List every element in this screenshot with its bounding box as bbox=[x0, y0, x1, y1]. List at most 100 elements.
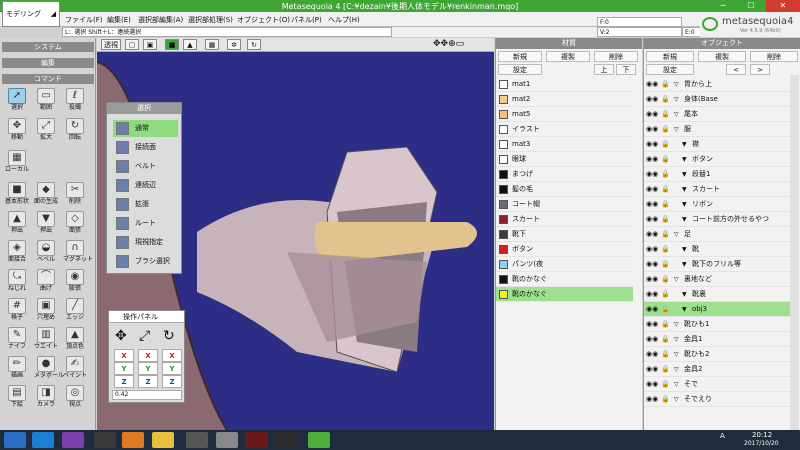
object-row[interactable]: ◉◉ 🔒 ▼ スカート bbox=[644, 182, 792, 197]
eye-icon[interactable]: ◉◉ bbox=[646, 167, 658, 182]
expand-icon[interactable]: ▽ bbox=[674, 347, 679, 362]
next-object-button[interactable]: > bbox=[750, 64, 770, 75]
material-row[interactable]: パンツ(夜 bbox=[496, 257, 633, 272]
object-row[interactable]: ◉◉ 🔒 ▽ 尾本 bbox=[644, 107, 792, 122]
material-row[interactable]: スカート bbox=[496, 212, 633, 227]
tool-button-24[interactable]: ▥ ウエイト bbox=[34, 327, 58, 355]
object-scrollbar[interactable] bbox=[790, 75, 799, 430]
tool-button-15[interactable]: ◒ ベベル bbox=[34, 240, 58, 268]
expand-icon[interactable]: ▽ bbox=[674, 77, 679, 92]
tool-button-20[interactable]: # 格子 bbox=[5, 298, 29, 326]
expand-icon[interactable]: ▽ bbox=[674, 227, 679, 242]
expand-icon[interactable]: ▼ bbox=[682, 152, 687, 167]
expand-icon[interactable]: ▽ bbox=[674, 362, 679, 377]
tool-button-3[interactable]: ℓ 投縄 bbox=[63, 88, 87, 116]
selection-mode-7[interactable]: 現視指定 bbox=[113, 234, 178, 251]
object-row[interactable]: ◉◉ 🔒 ▽ 胃から上 bbox=[644, 77, 792, 92]
material-row[interactable]: mat2 bbox=[496, 92, 633, 107]
object-row[interactable]: ◉◉ 🔒 ▼ 靴 bbox=[644, 242, 792, 257]
solid-view-button[interactable]: ■ bbox=[165, 39, 179, 50]
object-row[interactable]: ◉◉ 🔒 ▼ obj3 bbox=[644, 302, 792, 317]
selection-mode-6[interactable]: ルート bbox=[113, 215, 178, 232]
lock-icon[interactable]: 🔒 bbox=[661, 302, 670, 317]
material-row[interactable]: 靴下 bbox=[496, 227, 633, 242]
eye-icon[interactable]: ◉◉ bbox=[646, 317, 658, 332]
eye-icon[interactable]: ◉◉ bbox=[646, 227, 658, 242]
delete-object-button[interactable]: 削除 bbox=[750, 51, 798, 62]
scale-icon[interactable]: ⤢ bbox=[139, 328, 150, 344]
expand-icon[interactable]: ▼ bbox=[682, 302, 687, 317]
app-icon[interactable] bbox=[62, 432, 84, 448]
selection-mode-3[interactable]: ベルト bbox=[113, 158, 178, 175]
system-tab[interactable]: システム bbox=[2, 42, 94, 52]
move-icon[interactable]: ✥ bbox=[115, 328, 127, 344]
object-row[interactable]: ◉◉ 🔒 ▼ 靴裏 bbox=[644, 287, 792, 302]
tool-button-11[interactable]: ▲ 押出 bbox=[5, 211, 29, 239]
object-row[interactable]: ◉◉ 🔒 ▽ そで bbox=[644, 377, 792, 392]
delete-material-button[interactable]: 削除 bbox=[594, 51, 638, 62]
object-row[interactable]: ◉◉ 🔒 ▼ 段替1 bbox=[644, 167, 792, 182]
expand-icon[interactable]: ▽ bbox=[674, 272, 679, 287]
expand-icon[interactable]: ▽ bbox=[674, 317, 679, 332]
lock-icon[interactable]: 🔒 bbox=[661, 227, 670, 242]
tool-button-25[interactable]: ▲ 頂点色 bbox=[63, 327, 87, 355]
selection-mode-2[interactable]: 接続面 bbox=[113, 139, 178, 156]
edit-tab[interactable]: 編集 bbox=[2, 58, 94, 68]
duplicate-material-button[interactable]: 複製 bbox=[546, 51, 590, 62]
lock-icon[interactable]: 🔒 bbox=[661, 272, 670, 287]
lock-icon[interactable]: 🔒 bbox=[661, 377, 670, 392]
tool-button-19[interactable]: ◉ 膨張 bbox=[63, 269, 87, 297]
app-icon[interactable] bbox=[122, 432, 144, 448]
clock-time[interactable]: 20:12 bbox=[752, 431, 772, 439]
eye-icon[interactable]: ◉◉ bbox=[646, 212, 658, 227]
perspective-button[interactable]: 透視 bbox=[101, 39, 121, 50]
object-row[interactable]: ◉◉ 🔒 ▽ 裏地など bbox=[644, 272, 792, 287]
tool-button-6[interactable]: ↻ 回転 bbox=[63, 118, 87, 146]
object-row[interactable]: ◉◉ 🔒 ▽ 足 bbox=[644, 227, 792, 242]
grid-button[interactable]: ▦ bbox=[205, 39, 219, 50]
eye-icon[interactable]: ◉◉ bbox=[646, 242, 658, 257]
object-row[interactable]: ◉◉ 🔒 ▼ 靴下のフリル等 bbox=[644, 257, 792, 272]
eye-icon[interactable]: ◉◉ bbox=[646, 107, 658, 122]
object-row[interactable]: ◉◉ 🔒 ▼ ボタン bbox=[644, 152, 792, 167]
app-icon[interactable] bbox=[216, 432, 238, 448]
expand-icon[interactable]: ▼ bbox=[682, 212, 687, 227]
tool-button-7[interactable]: ▦ ローカル bbox=[5, 150, 29, 178]
duplicate-object-button[interactable]: 複製 bbox=[698, 51, 746, 62]
tool-button-5[interactable]: ⤢ 拡大 bbox=[34, 118, 58, 146]
app-icon[interactable] bbox=[246, 432, 268, 448]
object-row[interactable]: ◉◉ 🔒 ▽ 靴ひも2 bbox=[644, 347, 792, 362]
app-icon[interactable] bbox=[276, 432, 298, 448]
object-settings-button[interactable]: 設定 bbox=[646, 64, 694, 75]
eye-icon[interactable]: ◉◉ bbox=[646, 152, 658, 167]
eye-icon[interactable]: ◉◉ bbox=[646, 137, 658, 152]
tool-button-14[interactable]: ◈ 面接合 bbox=[5, 240, 29, 268]
tool-button-1[interactable]: ➚ 選択 bbox=[5, 88, 29, 116]
lock-icon[interactable]: 🔒 bbox=[661, 152, 670, 167]
material-row[interactable]: 靴のかなぐ bbox=[496, 287, 633, 302]
start-icon[interactable] bbox=[4, 432, 26, 448]
expand-icon[interactable]: ▽ bbox=[674, 122, 679, 137]
material-row[interactable]: 靴のかなぐ bbox=[496, 272, 633, 287]
lock-icon[interactable]: 🔒 bbox=[661, 392, 670, 407]
eye-icon[interactable]: ◉◉ bbox=[646, 287, 658, 302]
language-indicator[interactable]: A bbox=[720, 432, 725, 440]
material-row[interactable]: mat3 bbox=[496, 137, 633, 152]
tool-button-30[interactable]: ◨ カメラ bbox=[34, 385, 58, 413]
eye-icon[interactable]: ◉◉ bbox=[646, 122, 658, 137]
tool-button-8[interactable]: ■ 基本形状 bbox=[5, 182, 29, 210]
lock-icon[interactable]: 🔒 bbox=[661, 347, 670, 362]
mode-select[interactable]: モデリング ◢ bbox=[2, 1, 60, 27]
tool-button-22[interactable]: ╱ エッジ bbox=[63, 298, 87, 326]
eye-icon[interactable]: ◉◉ bbox=[646, 302, 658, 317]
app-icon[interactable] bbox=[32, 432, 54, 448]
lock-icon[interactable]: 🔒 bbox=[661, 362, 670, 377]
menu-help[interactable]: ヘルプ(H) bbox=[328, 15, 360, 25]
expand-icon[interactable]: ▼ bbox=[682, 287, 687, 302]
object-row[interactable]: ◉◉ 🔒 ▼ コート前方の外せるやつ bbox=[644, 212, 792, 227]
selection-mode-1[interactable]: 通常 bbox=[113, 120, 178, 137]
command-tab[interactable]: コマンド bbox=[2, 74, 94, 84]
eye-icon[interactable]: ◉◉ bbox=[646, 197, 658, 212]
view-frame-button[interactable]: ▣ bbox=[143, 39, 157, 50]
object-row[interactable]: ◉◉ 🔒 ▽ そでえり bbox=[644, 392, 792, 407]
